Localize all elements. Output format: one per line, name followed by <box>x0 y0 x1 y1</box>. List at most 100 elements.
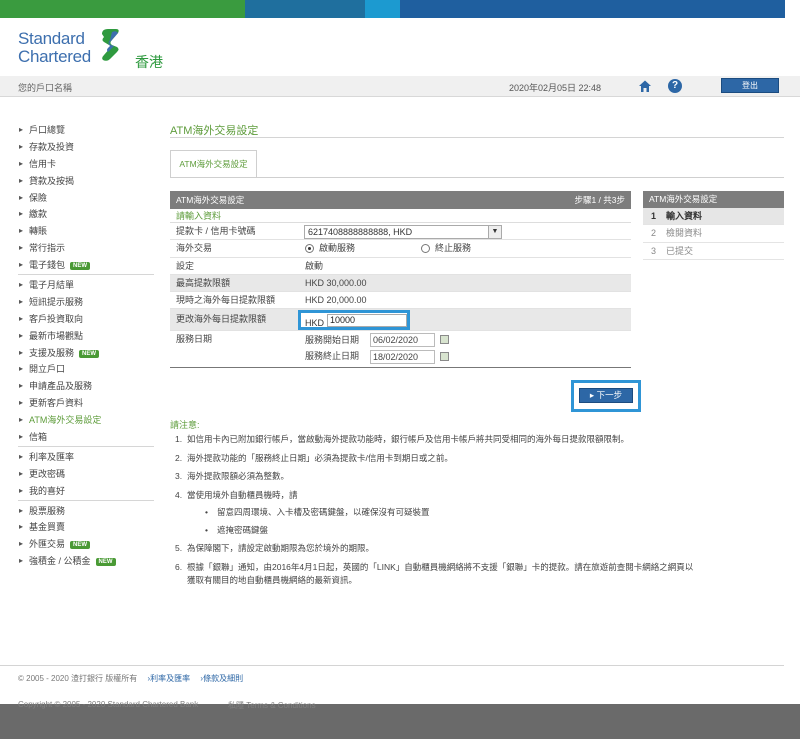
note-item: 5. 為保障閣下，請設定啟動期限為您於境外的期限。 <box>175 543 375 553</box>
atm-settings-form: ATM海外交易設定 步驟1 / 共3步 請輸入資料 提款卡 / 信用卡號碼 62… <box>170 191 631 369</box>
card-number-select[interactable]: 6217408888888888, HKD ▼ <box>304 225 502 239</box>
divider <box>170 177 784 178</box>
change-limit-label: 更改海外每日提款限額 <box>176 314 267 325</box>
footer-link-rates[interactable]: ›利率及匯率 <box>148 674 191 683</box>
note-text: 海外提款限額必須為整數。 <box>187 471 290 481</box>
sidebar-item[interactable]: 利率及匯率 <box>18 449 154 466</box>
note-text: 當使用境外自動櫃員機時，請 <box>187 489 298 500</box>
sidebar-item-label: 電子錢包 <box>29 260 66 271</box>
note-text: 根據「銀聯」通知，由2016年4月1日起，英國的「LINK」自動櫃員機網絡將不支… <box>187 561 694 586</box>
sidebar-item-label: ATM海外交易設定 <box>29 415 102 426</box>
terminate-service-label[interactable]: 終止服務 <box>435 240 471 257</box>
steps-panel: ATM海外交易設定 1 輸入資料 2 檢閱資料 3 已提交 <box>643 191 784 260</box>
calendar-icon[interactable] <box>440 335 449 345</box>
sidebar-item[interactable]: 最新市場觀點 <box>18 328 154 345</box>
setting-value: 啟動 <box>305 260 324 271</box>
copyright-text-en: Copyright © 2005 - 2020 Standard Charter… <box>18 700 199 709</box>
start-date-input[interactable]: 06/02/2020 <box>370 333 435 348</box>
sidebar-item[interactable]: 常行指示 <box>18 240 154 257</box>
sidebar-item-label: 支援及服務 <box>29 347 75 358</box>
logo[interactable]: Standard Chartered 香港 <box>18 29 163 70</box>
sidebar-item[interactable]: 戶口總覽 <box>18 122 154 139</box>
setting-row: 設定 啟動 <box>170 258 631 275</box>
new-badge: NEW <box>95 558 116 567</box>
max-limit-value: HKD 30,000.00 <box>305 277 367 288</box>
current-limit-label: 現時之海外每日提款限額 <box>176 295 276 306</box>
account-name: 您的戶口名稱 <box>18 83 73 93</box>
sidebar-item-label: 轉賬 <box>29 226 48 237</box>
sidebar-item[interactable]: 我的喜好 <box>18 483 154 500</box>
sidebar-item[interactable]: 短訊提示服務 <box>18 294 154 311</box>
sidebar-item[interactable]: 電子月結單 <box>18 277 154 294</box>
sidebar-item[interactable]: 保險 <box>18 190 154 207</box>
new-badge: NEW <box>70 262 91 271</box>
terminate-service-radio[interactable] <box>421 244 430 254</box>
sidebar-item[interactable]: 基金買賣 <box>18 519 154 536</box>
sidebar-item[interactable]: 信用卡 <box>18 156 154 173</box>
english-footer: Copyright © 2005 - 2020 Standard Charter… <box>0 700 800 739</box>
current-limit-row: 現時之海外每日提款限額 HKD 20,000.00 <box>170 292 631 310</box>
overseas-transaction-row: 海外交易 啟動服務 終止服務 <box>170 240 631 258</box>
activate-service-radio[interactable] <box>305 244 314 254</box>
sidebar-item-label: 最新市場觀點 <box>29 330 84 341</box>
sidebar-item-label: 信箱 <box>29 432 48 443</box>
logout-button[interactable]: 登出 <box>721 78 779 93</box>
divider <box>0 665 784 666</box>
activate-service-label[interactable]: 啟動服務 <box>319 240 355 257</box>
chevron-down-icon[interactable]: ▼ <box>488 226 501 238</box>
end-date-input[interactable]: 18/02/2020 <box>370 350 435 365</box>
current-limit-value: HKD 20,000.00 <box>305 295 367 306</box>
new-badge: NEW <box>70 541 91 550</box>
calendar-icon[interactable] <box>440 352 449 362</box>
sidebar-item[interactable]: 更新客戶資料 <box>18 395 154 412</box>
sidebar-item-label: 客戶投資取向 <box>29 313 84 324</box>
sidebar-item-label: 外匯交易 <box>29 539 66 550</box>
sidebar-item[interactable]: 外匯交易 NEW <box>18 536 154 553</box>
service-period-row: 服務日期 服務開始日期 06/02/2020 服務終止日期 18/02/2020 <box>170 331 631 367</box>
account-bar: 您的戶口名稱 2020年02月05日 22:48 ? 登出 <box>0 76 800 97</box>
note-text: 海外提款功能的「服務終止日期」必須為提款卡/信用卡到期日或之前。 <box>187 452 453 463</box>
help-icon[interactable]: ? <box>668 79 682 93</box>
sidebar-item[interactable]: 轉賬 <box>18 223 154 240</box>
sidebar-item[interactable]: 強積金 / 公積金 NEW <box>18 553 154 570</box>
region-label: 香港 <box>135 54 163 70</box>
copyright-text: © 2005 - 2020 渣打銀行 版權所有 <box>18 674 138 683</box>
note-item: 3. 海外提款限額必須為整數。 <box>175 471 290 481</box>
next-button[interactable]: ▸ 下一步 <box>579 388 633 403</box>
sidebar-item[interactable]: 更改密碼 <box>18 466 154 483</box>
step-label: 輸入資料 <box>666 211 703 221</box>
form-bottom-border <box>170 367 631 369</box>
sidebar-item-label: 貸款及按揭 <box>29 175 75 186</box>
sidebar-item[interactable]: ATM海外交易設定 <box>18 412 154 429</box>
sidebar-item[interactable]: 存款及投資 <box>18 139 154 156</box>
sidebar-item-label: 強積金 / 公積金 <box>29 556 91 567</box>
sidebar-item-label: 股票服務 <box>29 505 66 516</box>
note-text: 如信用卡內已附加銀行帳戶，當啟動海外提款功能時，銀行帳戶及信用卡帳戶將共同受相同… <box>187 434 630 444</box>
brand-color-bar <box>0 0 800 18</box>
divider <box>170 137 784 138</box>
sidebar-nav: 戶口總覽存款及投資信用卡貸款及按揭保險繳款轉賬常行指示電子錢包 NEW 電子月結單短… <box>18 120 154 570</box>
notes-title: 請注意: <box>170 420 200 430</box>
note-sub-item: 留意四周環境、入卡槽及密碼鍵盤，以確保沒有可疑裝置 <box>187 506 695 520</box>
sidebar-item[interactable]: 繳款 <box>18 206 154 223</box>
new-badge: NEW <box>79 349 100 358</box>
sidebar-item[interactable]: 支援及服務 NEW <box>18 345 154 362</box>
tab-atm-settings[interactable]: ATM海外交易設定 <box>170 150 257 178</box>
sidebar-item[interactable]: 電子錢包 NEW <box>18 257 154 274</box>
logo-text-line2: Chartered <box>18 47 91 66</box>
sidebar-item[interactable]: 貸款及按揭 <box>18 173 154 190</box>
sidebar-item-label: 存款及投資 <box>29 141 75 152</box>
sidebar-item[interactable]: 申請產品及服務 <box>18 378 154 395</box>
sidebar-item-label: 開立戶口 <box>29 364 66 375</box>
sidebar-item[interactable]: 開立戶口 <box>18 361 154 378</box>
currency-label: HKD <box>305 318 325 329</box>
sidebar-item[interactable]: 信箱 <box>18 429 154 446</box>
sidebar-item[interactable]: 股票服務 <box>18 503 154 520</box>
card-number-label: 提款卡 / 信用卡號碼 <box>176 226 256 236</box>
footer-link-terms[interactable]: ›條款及細則 <box>200 674 243 683</box>
change-limit-input[interactable]: 10000 <box>327 314 407 328</box>
form-title: ATM海外交易設定 <box>176 195 245 205</box>
sidebar-item[interactable]: 客戶投資取向 <box>18 311 154 328</box>
home-icon[interactable] <box>638 79 652 93</box>
footer-links-en[interactable]: 私隱 Terms & Conditions <box>228 700 316 711</box>
